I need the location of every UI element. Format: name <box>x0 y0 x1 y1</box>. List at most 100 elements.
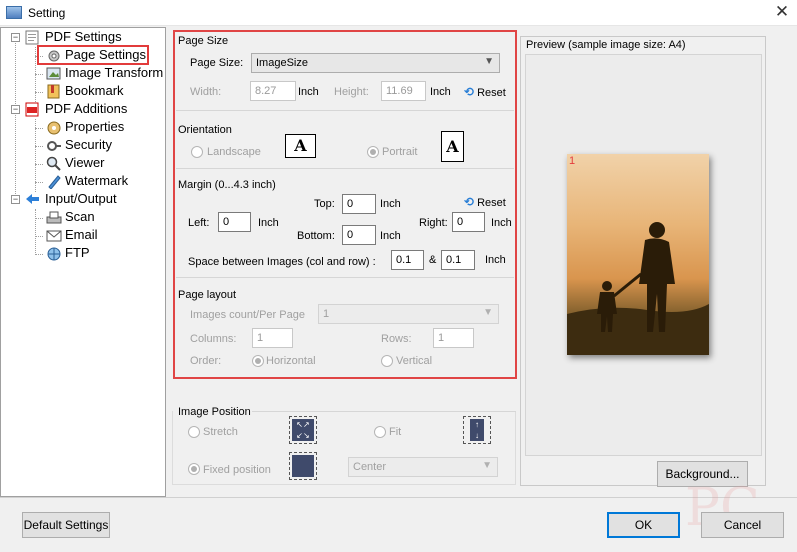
ok-button[interactable]: OK <box>607 512 680 538</box>
stretch-mode-icon: ↖↗ ↙↘ <box>289 416 317 444</box>
horizontal-radio[interactable] <box>252 355 264 367</box>
width-field[interactable] <box>250 81 296 101</box>
tree-item-label: Watermark <box>65 173 129 188</box>
landscape-label: Landscape <box>207 146 261 158</box>
spacing-unit: Inch <box>485 254 506 266</box>
left-margin-field[interactable] <box>218 212 251 232</box>
close-button[interactable]: ✕ <box>770 1 794 23</box>
tree-item-viewer[interactable]: Viewer <box>1 154 161 172</box>
left-label: Left: <box>188 217 210 229</box>
bottom-unit: Inch <box>380 230 401 242</box>
group-separator <box>252 411 516 412</box>
tree-item-input-output[interactable]: − Input/Output <box>1 190 161 208</box>
fixed-position-value: Center <box>353 461 387 473</box>
tree-item-pdf-additions[interactable]: − PDF Additions <box>1 100 161 118</box>
top-label: Top: <box>314 198 335 210</box>
tree-item-properties[interactable]: Properties <box>1 118 161 136</box>
right-margin-field[interactable] <box>452 212 485 232</box>
default-settings-button[interactable]: Default Settings <box>22 512 110 538</box>
pdf-settings-icon <box>25 30 41 45</box>
columns-field[interactable] <box>252 328 293 348</box>
tree-item-page-settings[interactable]: Page Settings <box>1 46 161 64</box>
tree-item-label: Image Transform <box>65 65 164 80</box>
cancel-button[interactable]: Cancel <box>701 512 784 538</box>
security-icon <box>46 138 62 153</box>
email-icon <box>46 228 62 243</box>
ftp-icon <box>46 246 62 261</box>
bookmark-icon <box>46 84 62 99</box>
preview-title: Preview (sample image size: A4) <box>526 39 686 51</box>
portrait-label: Portrait <box>382 146 418 158</box>
page-layout-group-title: Page layout <box>178 289 237 301</box>
images-count-select[interactable]: 1 ▼ <box>318 304 499 324</box>
tree-item-scan[interactable]: Scan <box>1 208 161 226</box>
group-separator <box>176 168 514 169</box>
chevron-down-icon: ▼ <box>483 307 493 318</box>
tree-item-label: Scan <box>65 209 95 224</box>
image-transform-icon <box>46 66 62 81</box>
tree-item-label: PDF Additions <box>45 101 128 116</box>
title-bar: Setting ✕ <box>0 0 797 26</box>
tree-item-image-transform[interactable]: Image Transform <box>1 64 166 82</box>
preview-image: 1 <box>567 154 709 355</box>
portrait-radio[interactable] <box>367 146 379 158</box>
left-unit: Inch <box>258 217 279 229</box>
tree-item-email[interactable]: Email <box>1 226 161 244</box>
collapse-icon[interactable]: − <box>11 195 20 204</box>
tree-item-label: Input/Output <box>45 191 117 206</box>
bottom-separator <box>0 497 797 498</box>
tree-item-label: Email <box>65 227 98 242</box>
rows-field[interactable] <box>433 328 474 348</box>
page-size-label: Page Size: <box>190 57 244 69</box>
fixed-position-icon <box>289 452 317 480</box>
tree-item-label: FTP <box>65 245 90 260</box>
margin-reset-button[interactable]: ⟲ Reset <box>464 195 506 209</box>
page-size-reset-button[interactable]: ⟲ Reset <box>464 85 506 99</box>
landscape-page-icon: A <box>285 134 316 158</box>
refresh-icon: ⟲ <box>464 195 475 209</box>
viewer-icon <box>46 156 62 171</box>
rows-label: Rows: <box>381 333 412 345</box>
stretch-label: Stretch <box>203 426 238 438</box>
fit-radio[interactable] <box>374 426 386 438</box>
column-spacing-field[interactable] <box>391 250 424 270</box>
reset-label: Reset <box>477 87 506 99</box>
portrait-page-icon: A <box>441 131 464 162</box>
window-title: Setting <box>28 6 66 20</box>
fixed-position-select[interactable]: Center ▼ <box>348 457 498 477</box>
settings-tree: − PDF Settings Page Settings Image Trans… <box>0 27 166 497</box>
top-margin-field[interactable] <box>342 194 376 214</box>
landscape-radio[interactable] <box>191 146 203 158</box>
page-size-group-title: Page Size <box>178 35 229 47</box>
scan-icon <box>46 210 62 225</box>
tree-item-pdf-settings[interactable]: − PDF Settings <box>1 28 161 46</box>
height-field[interactable] <box>381 81 426 101</box>
tree-item-label: Properties <box>65 119 125 134</box>
bottom-margin-field[interactable] <box>342 225 376 245</box>
group-separator <box>176 277 514 278</box>
vertical-radio[interactable] <box>381 355 393 367</box>
group-separator <box>176 110 514 111</box>
page-size-select[interactable]: ImageSize ▼ <box>251 53 500 73</box>
tree-item-label: Security <box>65 137 112 152</box>
fixed-position-radio[interactable] <box>188 463 200 475</box>
collapse-icon[interactable]: − <box>11 105 20 114</box>
tree-item-security[interactable]: Security <box>1 136 161 154</box>
right-label: Right: <box>419 217 448 229</box>
width-unit: Inch <box>298 86 319 98</box>
reset-label: Reset <box>477 197 506 209</box>
row-spacing-field[interactable] <box>441 250 475 270</box>
width-label: Width: <box>190 86 222 98</box>
margin-group-title: Margin (0...4.3 inch) <box>178 179 276 191</box>
tree-item-bookmark[interactable]: Bookmark <box>1 82 161 100</box>
spacing-label: Space between Images (col and row) : <box>188 256 376 268</box>
tree-item-ftp[interactable]: FTP <box>1 244 161 262</box>
tree-item-watermark[interactable]: Watermark <box>1 172 161 190</box>
order-label: Order: <box>190 355 222 367</box>
stretch-radio[interactable] <box>188 426 200 438</box>
bottom-label: Bottom: <box>297 230 335 242</box>
pdf-additions-icon <box>25 102 41 117</box>
tree-item-label: Bookmark <box>65 83 124 98</box>
collapse-icon[interactable]: − <box>11 33 20 42</box>
height-unit: Inch <box>430 86 451 98</box>
